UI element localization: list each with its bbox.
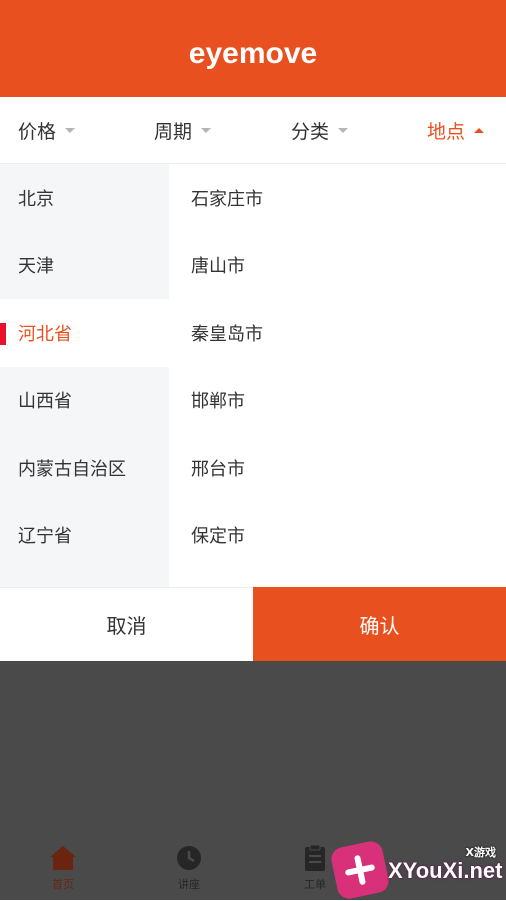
city-label: 石家庄市: [191, 188, 263, 210]
filter-location-label: 地点: [427, 121, 466, 143]
province-item-selected[interactable]: 河北省: [0, 299, 169, 367]
confirm-button[interactable]: 确认: [253, 587, 506, 661]
province-label: 北京: [18, 188, 54, 210]
province-item[interactable]: 北京: [0, 164, 169, 232]
gamepad-logo-icon: [329, 839, 391, 901]
watermark: X游戏 XYouXi.net: [329, 838, 506, 901]
city-item[interactable]: 秦皇岛市: [169, 299, 506, 367]
province-label: 天津: [18, 256, 54, 278]
filter-price[interactable]: 价格: [18, 97, 76, 164]
tab-lecture-label: 讲座: [178, 878, 200, 891]
city-item[interactable]: 石家庄市: [169, 164, 506, 232]
province-label: 内蒙古自治区: [18, 458, 126, 480]
cancel-button[interactable]: 取消: [0, 587, 253, 661]
clipboard-icon: [305, 844, 325, 871]
tab-workorder-label: 工单: [304, 878, 326, 891]
city-item[interactable]: 保定市: [169, 502, 506, 570]
city-label: 邯郸市: [191, 391, 245, 413]
province-label: 山西省: [18, 391, 72, 413]
caret-down-icon: [201, 128, 212, 133]
filter-period[interactable]: 周期: [154, 97, 212, 164]
caret-down-icon: [65, 128, 76, 133]
city-item[interactable]: 唐山市: [169, 232, 506, 300]
province-item[interactable]: 天津: [0, 232, 169, 300]
watermark-main-text: XYouXi.net: [388, 858, 503, 883]
province-item[interactable]: 内蒙古自治区: [0, 434, 169, 502]
eyemove-logo: eyemove: [188, 36, 318, 70]
filter-period-label: 周期: [154, 121, 193, 143]
province-label: 辽宁省: [18, 526, 72, 548]
app-header: eyemove: [0, 0, 506, 97]
city-label: 唐山市: [191, 256, 245, 278]
province-item[interactable]: 山西省: [0, 367, 169, 435]
caret-up-icon: [474, 128, 485, 133]
filter-category-label: 分类: [291, 121, 330, 143]
province-list: 北京 天津 河北省 山西省 内蒙古自治区 辽宁省: [0, 164, 169, 587]
caret-down-icon: [338, 128, 349, 133]
province-label: 河北省: [18, 323, 72, 345]
tab-home-label: 首页: [52, 878, 74, 891]
city-label: 秦皇岛市: [191, 323, 263, 345]
filter-bar: 价格 周期 分类 地点: [0, 97, 506, 164]
city-list: 石家庄市 唐山市 秦皇岛市 邯郸市 邢台市 保定市: [169, 164, 506, 587]
selection-indicator: [0, 323, 6, 345]
filter-location[interactable]: 地点: [427, 97, 485, 164]
city-label: 邢台市: [191, 458, 245, 480]
province-item[interactable]: 辽宁省: [0, 502, 169, 570]
city-label: 保定市: [191, 526, 245, 548]
tab-home[interactable]: 首页: [23, 844, 103, 892]
tab-lecture[interactable]: 讲座: [149, 844, 229, 892]
clock-icon: [177, 846, 201, 870]
location-picker-panel: 北京 天津 河北省 山西省 内蒙古自治区 辽宁省 石家庄市 唐山市 秦皇岛市 邯…: [0, 164, 506, 587]
city-item[interactable]: 邯郸市: [169, 367, 506, 435]
picker-actions: 取消 确认: [0, 587, 506, 661]
filter-price-label: 价格: [18, 121, 57, 143]
filter-category[interactable]: 分类: [291, 97, 349, 164]
city-item[interactable]: 邢台市: [169, 434, 506, 502]
home-icon: [50, 846, 76, 870]
